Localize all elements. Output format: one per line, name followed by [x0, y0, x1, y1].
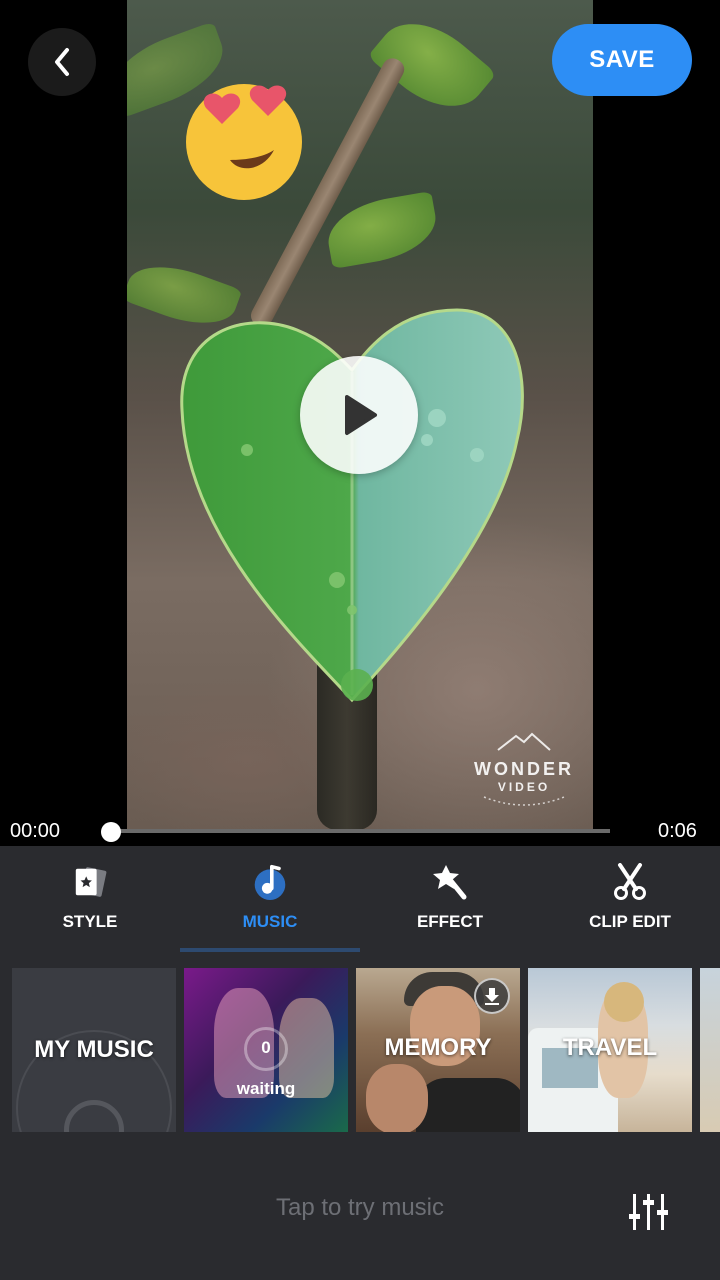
music-card-my-music[interactable]: MY MUSIC — [12, 968, 176, 1132]
scissors-icon — [614, 863, 646, 900]
mountain-logo-icon — [497, 732, 551, 751]
music-card-label: TRAVEL — [562, 1034, 658, 1061]
background-leaf — [322, 190, 442, 270]
heart-leaf — [180, 308, 524, 703]
download-progress-count: 0 — [261, 1038, 271, 1057]
style-card-icon — [75, 867, 107, 897]
heart-eyes-emoji-sticker[interactable] — [178, 78, 306, 206]
tab-music[interactable]: MUSIC — [180, 846, 360, 952]
card-photo-child — [366, 1064, 428, 1132]
tab-music-label: MUSIC — [242, 912, 298, 931]
seek-bar-thumb[interactable] — [101, 822, 121, 842]
download-icon — [485, 988, 499, 1005]
heart-eyes-emoji-icon — [186, 84, 302, 200]
music-card-label: MEMORY — [384, 1034, 492, 1061]
music-note-icon — [254, 864, 286, 900]
music-category-list[interactable]: MY MUSIC 0 waiting MEMORY TRAVEL — [12, 968, 720, 1132]
music-card-next[interactable] — [700, 968, 720, 1132]
active-tab-indicator — [180, 948, 360, 952]
save-button[interactable]: SAVE — [552, 24, 692, 96]
back-button[interactable] — [28, 28, 96, 96]
wonder-video-watermark: WONDER VIDEO — [462, 730, 586, 812]
editor-panel: STYLE MUSIC EFFECT CLIP EDIT MY MUSIC 0 … — [0, 846, 720, 1280]
music-card-label: MY MUSIC — [34, 1036, 154, 1063]
card-photo-hair — [604, 982, 644, 1022]
music-card-party[interactable]: 0 waiting — [184, 968, 348, 1132]
play-button[interactable] — [300, 356, 418, 474]
seek-bar[interactable] — [110, 829, 610, 833]
watermark-title: WONDER — [474, 759, 574, 779]
tab-clip-edit-label: CLIP EDIT — [589, 912, 671, 931]
play-icon — [345, 395, 377, 435]
tab-effect[interactable]: EFFECT — [360, 846, 540, 952]
tab-effect-label: EFFECT — [416, 912, 484, 931]
download-button[interactable] — [474, 978, 510, 1014]
duration-time: 0:06 — [658, 820, 697, 842]
chevron-left-icon — [55, 48, 69, 76]
tab-clip-edit[interactable]: CLIP EDIT — [540, 846, 720, 952]
music-card-memory[interactable]: MEMORY — [356, 968, 520, 1132]
music-hint-text: Tap to try music — [275, 1194, 445, 1221]
editor-tabs: STYLE MUSIC EFFECT CLIP EDIT — [0, 846, 720, 952]
watermark-subtitle: VIDEO — [497, 780, 551, 794]
card-photo-shirt — [416, 1078, 520, 1132]
current-time: 00:00 — [10, 820, 61, 842]
tab-style[interactable]: STYLE — [0, 846, 180, 952]
magic-wand-icon — [433, 865, 467, 900]
mixer-button[interactable] — [628, 1192, 670, 1232]
download-status: waiting — [236, 1079, 296, 1098]
equalizer-sliders-icon — [629, 1194, 668, 1230]
tab-style-label: STYLE — [62, 912, 118, 931]
video-preview: WONDER VIDEO SAVE — [0, 0, 720, 830]
music-card-travel[interactable]: TRAVEL — [528, 968, 692, 1132]
watermark-arc — [483, 796, 565, 806]
